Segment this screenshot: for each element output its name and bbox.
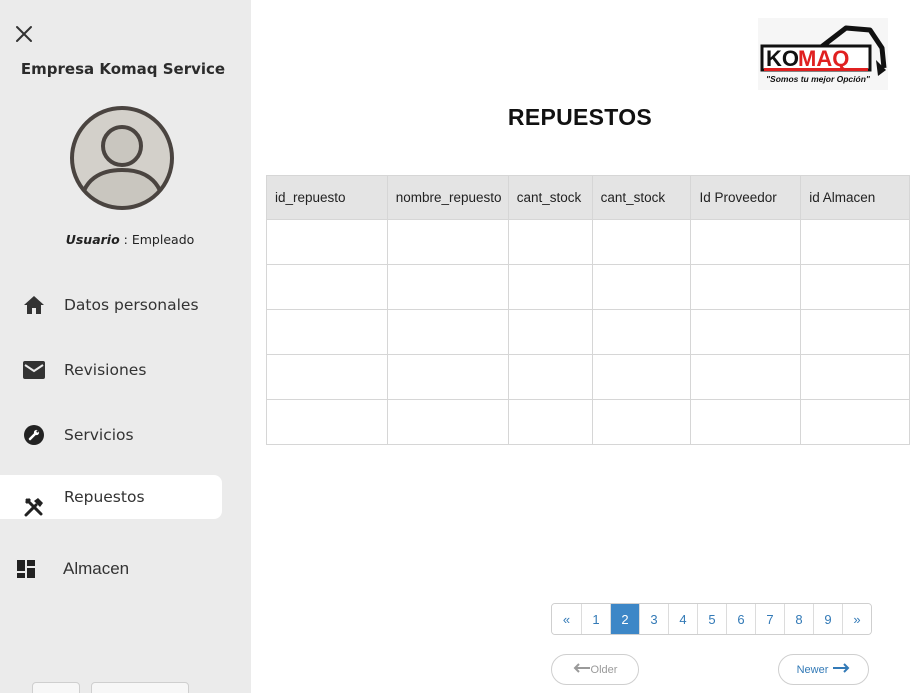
newer-label: Newer xyxy=(796,663,829,676)
sidebar-item-label: Servicios xyxy=(64,426,134,444)
table-cell xyxy=(266,264,388,310)
table-header-row: id_repuesto nombre_repuesto cant_stock c… xyxy=(266,175,910,220)
logo-text-maq: MAQ xyxy=(798,46,849,71)
table-cell xyxy=(386,399,509,445)
sidebar-item-label: Datos personales xyxy=(64,296,199,314)
table-cell xyxy=(386,264,509,310)
close-icon[interactable] xyxy=(13,23,35,45)
avatar-icon xyxy=(68,104,176,212)
sidebar-item-label: Repuestos xyxy=(64,488,145,506)
table-cell xyxy=(690,399,802,445)
table-cell xyxy=(266,399,388,445)
wrench-icon xyxy=(22,423,46,447)
pagination-page-1[interactable]: 1 xyxy=(581,604,610,634)
table-cell xyxy=(800,354,910,400)
table-cell xyxy=(507,309,593,355)
older-label: Older xyxy=(590,663,618,676)
column-header[interactable]: Id Proveedor xyxy=(690,175,802,220)
sidebar-footer-button[interactable] xyxy=(91,682,189,693)
column-header[interactable]: cant_stock xyxy=(591,175,692,220)
table-cell xyxy=(800,219,910,265)
table-cell xyxy=(690,219,802,265)
page-title: REPUESTOS xyxy=(507,104,653,130)
table-cell xyxy=(690,309,802,355)
pagination-page-9[interactable]: 9 xyxy=(813,604,842,634)
table-cell xyxy=(507,219,593,265)
column-header[interactable]: id Almacen xyxy=(800,175,910,220)
table-cell xyxy=(507,264,593,310)
table-cell xyxy=(266,219,388,265)
table-row[interactable] xyxy=(266,399,910,445)
home-icon xyxy=(22,293,46,317)
dashboard-icon xyxy=(14,557,38,581)
komaq-logo: KO MAQ "Somos tu mejor Opción" xyxy=(758,18,888,90)
role-label: Usuario xyxy=(65,232,120,247)
table-cell xyxy=(591,264,692,310)
repuestos-table: id_repuesto nombre_repuesto cant_stock c… xyxy=(266,175,910,445)
table-cell xyxy=(386,219,509,265)
pagination: « 1 2 3 4 5 6 7 8 9 » xyxy=(551,603,872,635)
column-header[interactable]: nombre_repuesto xyxy=(386,175,509,220)
pagination-page-8[interactable]: 8 xyxy=(784,604,813,634)
role-value: Empleado xyxy=(131,232,195,247)
sidebar-item-label: Revisiones xyxy=(64,361,147,379)
table-cell xyxy=(591,309,692,355)
sidebar-item-label: Almacen xyxy=(63,559,130,578)
pagination-page-6[interactable]: 6 xyxy=(726,604,755,634)
sidebar-item-repuestos[interactable]: Repuestos xyxy=(0,475,222,519)
pagination-first[interactable]: « xyxy=(552,604,581,634)
company-name: Empresa Komaq Service xyxy=(20,60,226,78)
logo-text-ko: KO xyxy=(766,46,799,71)
role-separator: : xyxy=(119,232,132,247)
column-header[interactable]: id_repuesto xyxy=(266,175,388,220)
sidebar-item-almacen[interactable]: Almacen xyxy=(0,547,222,591)
table-cell xyxy=(266,354,388,400)
table-row[interactable] xyxy=(266,309,910,355)
pagination-page-5[interactable]: 5 xyxy=(697,604,726,634)
table-cell xyxy=(800,264,910,310)
table-cell xyxy=(266,309,388,355)
newer-button[interactable]: Newer xyxy=(778,654,869,685)
tools-icon xyxy=(22,495,46,519)
pagination-last[interactable]: » xyxy=(842,604,871,634)
table-cell xyxy=(386,309,509,355)
table-cell xyxy=(591,354,692,400)
sidebar-item-datos-personales[interactable]: Datos personales xyxy=(0,283,222,327)
table-cell xyxy=(591,399,692,445)
table-cell xyxy=(507,354,593,400)
arrow-right-icon xyxy=(832,663,850,676)
table-cell xyxy=(690,264,802,310)
mail-icon xyxy=(22,358,46,382)
arrow-left-icon xyxy=(573,663,591,676)
user-role: Usuario : Empleado xyxy=(0,232,260,247)
table-cell xyxy=(800,309,910,355)
pagination-page-7[interactable]: 7 xyxy=(755,604,784,634)
pagination-page-4[interactable]: 4 xyxy=(668,604,697,634)
table-cell xyxy=(386,354,509,400)
sidebar: Empresa Komaq Service Usuario : Empleado… xyxy=(0,0,251,693)
table-row[interactable] xyxy=(266,219,910,265)
sidebar-footer-button[interactable] xyxy=(32,682,80,693)
table-cell xyxy=(507,399,593,445)
table-cell xyxy=(690,354,802,400)
pagination-page-3[interactable]: 3 xyxy=(639,604,668,634)
column-header[interactable]: cant_stock xyxy=(507,175,593,220)
table-row[interactable] xyxy=(266,354,910,400)
older-button[interactable]: Older xyxy=(551,654,639,685)
logo-tagline: "Somos tu mejor Opción" xyxy=(766,74,871,84)
pagination-page-2[interactable]: 2 xyxy=(610,604,639,634)
sidebar-item-servicios[interactable]: Servicios xyxy=(0,413,222,457)
table-cell xyxy=(800,399,910,445)
table-cell xyxy=(591,219,692,265)
sidebar-item-revisiones[interactable]: Revisiones xyxy=(0,348,222,392)
table-row[interactable] xyxy=(266,264,910,310)
